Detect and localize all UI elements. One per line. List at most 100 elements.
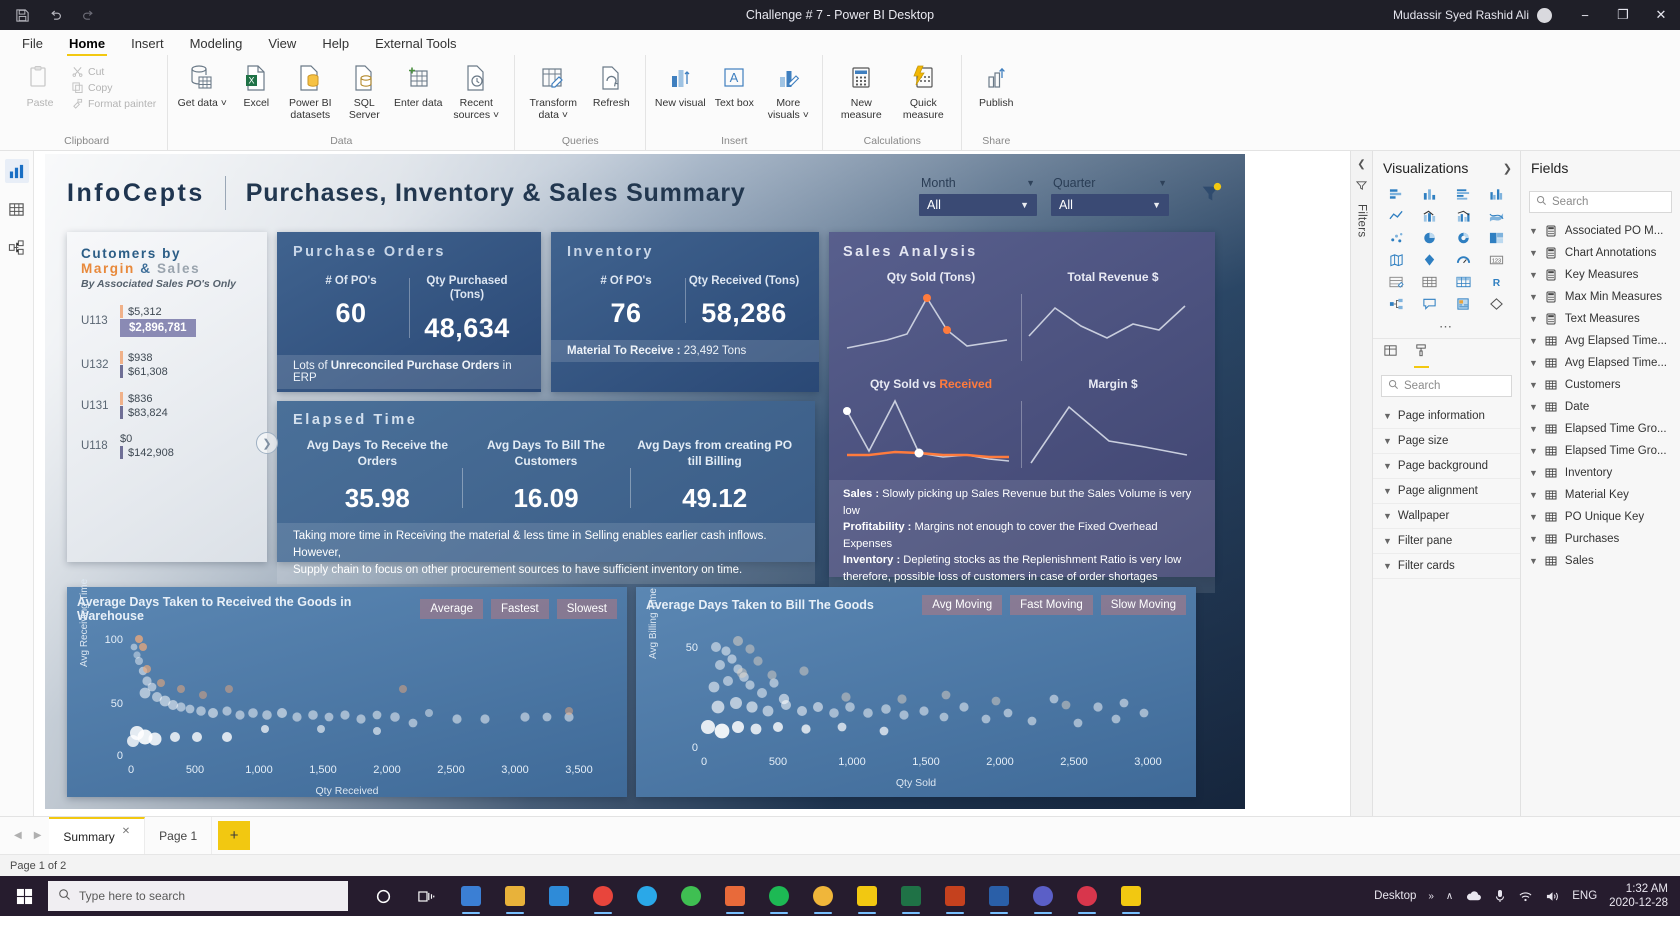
- chevron-down-icon[interactable]: ▼: [1529, 336, 1538, 346]
- field-item[interactable]: ▼ Key Measures: [1521, 264, 1680, 286]
- taskbar-app-spotify[interactable]: [758, 876, 800, 916]
- taskbar-app-excel[interactable]: [890, 876, 932, 916]
- taskbar-app-teams[interactable]: [1022, 876, 1064, 916]
- ellipsis-icon[interactable]: ⋯: [1373, 319, 1520, 338]
- format-section-page-alignment[interactable]: ▼ Page alignment: [1373, 479, 1520, 504]
- filters-expand-icon[interactable]: ❮: [1357, 159, 1365, 170]
- table-icon[interactable]: [1415, 272, 1446, 291]
- search-input[interactable]: Type here to search: [48, 881, 348, 911]
- ribbon-tab-view[interactable]: View: [256, 33, 308, 55]
- filter-icon[interactable]: [1199, 182, 1223, 206]
- purchase-orders-tile[interactable]: Purchase Orders # Of PO's 60 Qty Purchas…: [277, 232, 541, 392]
- format-section-filter-cards[interactable]: ▼ Filter cards: [1373, 554, 1520, 579]
- ribbon-tab-help[interactable]: Help: [310, 33, 361, 55]
- chevron-down-icon[interactable]: ▼: [1529, 380, 1538, 390]
- next-page-button[interactable]: ❯: [256, 432, 278, 454]
- field-item[interactable]: ▼ PO Unique Key: [1521, 506, 1680, 528]
- line-stacked-column-icon[interactable]: [1415, 206, 1446, 225]
- field-item[interactable]: ▼ Inventory: [1521, 462, 1680, 484]
- filled-map-icon[interactable]: [1415, 250, 1446, 269]
- receiving-average-button[interactable]: Average: [420, 599, 483, 619]
- chevron-down-icon[interactable]: ▼: [1529, 534, 1538, 544]
- taskbar-app-powerbi[interactable]: [846, 876, 888, 916]
- ribbon-tab-modeling[interactable]: Modeling: [178, 33, 255, 55]
- stacked-bar-chart-icon[interactable]: [1381, 184, 1412, 203]
- add-page-button[interactable]: +: [218, 821, 251, 850]
- sql-server-button[interactable]: SQL Server: [338, 60, 390, 121]
- ribbon-tab-external-tools[interactable]: External Tools: [363, 33, 468, 55]
- field-item[interactable]: ▼ Associated PO M...: [1521, 220, 1680, 242]
- ribbon-tab-file[interactable]: File: [10, 33, 55, 55]
- taskbar-app-chrome[interactable]: [582, 876, 624, 916]
- maximize-button[interactable]: ❐: [1604, 0, 1642, 30]
- chevron-down-icon[interactable]: ▼: [1529, 314, 1538, 324]
- stacked-column-chart-icon[interactable]: [1415, 184, 1446, 203]
- chevron-down-icon[interactable]: ▼: [1529, 402, 1538, 412]
- taskbar-app-whatsapp[interactable]: [670, 876, 712, 916]
- receiving-fastest-button[interactable]: Fastest: [491, 599, 549, 619]
- cortana-icon[interactable]: [362, 876, 404, 916]
- billing-time-scatter[interactable]: Average Days Taken to Bill The Goods Avg…: [636, 587, 1196, 797]
- field-item[interactable]: ▼ Date: [1521, 396, 1680, 418]
- report-view-icon[interactable]: [4, 159, 29, 183]
- enter-data-button[interactable]: Enter data: [392, 60, 444, 109]
- matrix-icon[interactable]: [1448, 272, 1479, 291]
- taskbar-app-powerbi-desktop[interactable]: [1110, 876, 1152, 916]
- chevron-down-icon[interactable]: ▼: [1529, 226, 1538, 236]
- filters-pane-collapsed[interactable]: ❮ Filters: [1350, 151, 1372, 816]
- save-icon[interactable]: [14, 7, 31, 24]
- wifi-icon[interactable]: [1518, 890, 1533, 903]
- ribbon-chart-icon[interactable]: [1482, 206, 1513, 225]
- get-data-button[interactable]: Get data ˅: [176, 60, 228, 109]
- transform-data-button[interactable]: Transform data ˅: [523, 60, 583, 121]
- customer-row[interactable]: U118 $0 $142,908: [81, 432, 253, 460]
- ribbon-tab-home[interactable]: Home: [57, 33, 117, 56]
- key-influencers-icon[interactable]: [1381, 294, 1412, 313]
- chevron-down-icon[interactable]: ▼: [1529, 468, 1538, 478]
- avatar[interactable]: [1537, 7, 1552, 23]
- field-item[interactable]: ▼ Avg Elapsed Time...: [1521, 352, 1680, 374]
- paste-button[interactable]: Paste: [14, 60, 66, 109]
- page-tab-page-1[interactable]: Page 1: [145, 817, 213, 854]
- new-measure-button[interactable]: New measure: [831, 60, 891, 121]
- copy-button[interactable]: Copy: [68, 80, 159, 95]
- get-more-visuals-icon[interactable]: [1482, 294, 1513, 313]
- task-view-icon[interactable]: [406, 876, 448, 916]
- card-icon[interactable]: 123: [1482, 250, 1513, 269]
- ribbon-tab-insert[interactable]: Insert: [119, 33, 176, 55]
- customers-tile[interactable]: Cutomers by Margin & Sales By Associated…: [67, 232, 278, 562]
- redo-icon[interactable]: [80, 7, 97, 24]
- microphone-icon[interactable]: [1494, 889, 1506, 903]
- model-view-icon[interactable]: [5, 235, 29, 259]
- format-tab-icon[interactable]: [1414, 343, 1429, 368]
- chevron-down-icon[interactable]: ▼: [1529, 248, 1538, 258]
- data-view-icon[interactable]: [5, 197, 29, 221]
- quick-measure-button[interactable]: Quick measure: [893, 60, 953, 121]
- r-script-visual-icon[interactable]: R: [1482, 272, 1513, 291]
- recent-sources-button[interactable]: Recent sources ˅: [446, 60, 506, 121]
- format-painter-button[interactable]: Format painter: [68, 96, 159, 111]
- field-item[interactable]: ▼ Elapsed Time Gro...: [1521, 440, 1680, 462]
- scatter-chart-icon[interactable]: [1381, 228, 1412, 247]
- taskbar-app-powerpoint[interactable]: [934, 876, 976, 916]
- taskbar-app-sublime[interactable]: [714, 876, 756, 916]
- receiving-time-scatter[interactable]: Average Days Taken to Received the Goods…: [67, 579, 627, 797]
- chevron-down-icon[interactable]: ▼: [1529, 556, 1538, 566]
- tray-overflow-icon[interactable]: »: [1428, 891, 1434, 902]
- customer-row[interactable]: U131 $836 $83,824: [81, 391, 253, 420]
- chevron-down-icon[interactable]: ▼: [1529, 270, 1538, 280]
- more-visuals-button[interactable]: More visuals ˅: [762, 60, 814, 121]
- publish-button[interactable]: Publish: [970, 60, 1022, 109]
- line-chart-icon[interactable]: [1381, 206, 1412, 225]
- donut-chart-icon[interactable]: [1448, 228, 1479, 247]
- format-section-page-background[interactable]: ▼ Page background: [1373, 454, 1520, 479]
- fields-search-input[interactable]: Search: [1529, 191, 1672, 213]
- undo-icon[interactable]: [47, 7, 64, 24]
- onedrive-icon[interactable]: [1465, 890, 1482, 903]
- slicer-month[interactable]: Month ▼ All ▼: [919, 176, 1037, 216]
- slicer-month-dropdown[interactable]: All ▼: [919, 194, 1037, 216]
- minimize-button[interactable]: −: [1566, 0, 1604, 30]
- line-clustered-column-icon[interactable]: [1448, 206, 1479, 225]
- clustered-column-chart-icon[interactable]: [1482, 184, 1513, 203]
- multi-row-card-icon[interactable]: [1381, 272, 1412, 291]
